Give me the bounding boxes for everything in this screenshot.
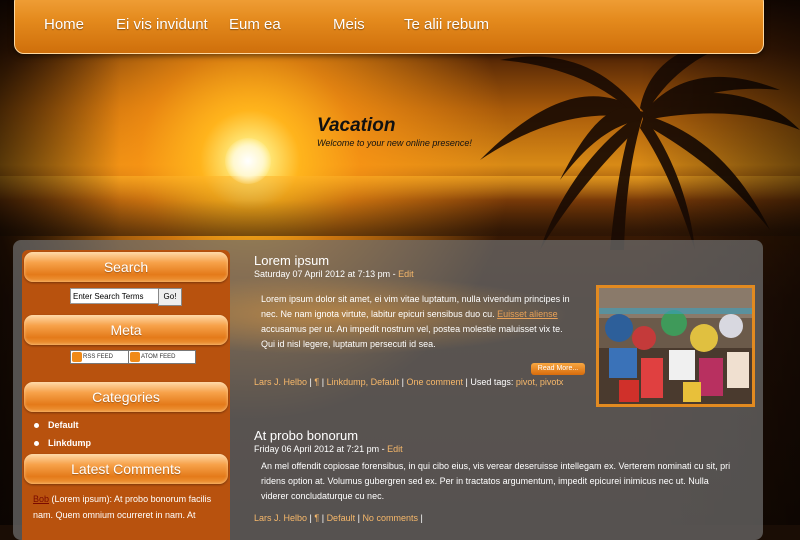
bullet-icon bbox=[34, 423, 39, 429]
categories-heading: Categories bbox=[24, 382, 228, 412]
latest-comment: Bob (Lorem ipsum): At probo bonorum faci… bbox=[33, 491, 225, 523]
post-body: Lorem ipsum dolor sit amet, ei vim vitae… bbox=[261, 292, 570, 352]
post-body-line: Qui id nisl legere, luptatum persecuti i… bbox=[261, 339, 436, 349]
post-date: Friday 06 April 2012 at 7:21 pm bbox=[254, 444, 380, 454]
category-item[interactable]: Linkdump bbox=[34, 438, 91, 448]
post-comments-link[interactable]: No comments bbox=[362, 513, 418, 523]
post-body: An mel offendit copiosae forensibus, in … bbox=[261, 459, 730, 504]
post-tags-link[interactable]: pivot, pivotx bbox=[516, 377, 564, 387]
post-author-link[interactable]: Lars J. Helbo bbox=[254, 513, 307, 523]
post-permalink[interactable]: ¶ bbox=[314, 377, 319, 387]
sun bbox=[225, 138, 271, 184]
post-author-link[interactable]: Lars J. Helbo bbox=[254, 377, 307, 387]
post-permalink[interactable]: ¶ bbox=[314, 513, 319, 523]
rss-icon bbox=[72, 352, 82, 362]
atom-feed-button[interactable]: ATOM FEED bbox=[128, 350, 196, 364]
post-tags-label: Used tags: bbox=[470, 377, 514, 387]
post-title[interactable]: Lorem ipsum bbox=[254, 253, 329, 268]
comment-author-link[interactable]: Bob bbox=[33, 494, 49, 504]
latest-comments-heading: Latest Comments bbox=[24, 454, 228, 484]
post-body-line: ridens option at. Volumus gubergren sed … bbox=[261, 476, 709, 486]
post-meta: Friday 06 April 2012 at 7:21 pm - Edit bbox=[254, 444, 403, 454]
post-body-line: nec. Ne nam ignota virtute, labitur epic… bbox=[261, 309, 558, 319]
post-body-line: An mel offendit copiosae forensibus, in … bbox=[261, 461, 731, 471]
nav-item-meis[interactable]: Meis bbox=[333, 16, 365, 33]
search-go-button[interactable]: Go! bbox=[158, 288, 182, 306]
post-edit-link[interactable]: Edit bbox=[398, 269, 414, 279]
category-item[interactable]: Default bbox=[34, 420, 79, 430]
site-tagline: Welcome to your new online presence! bbox=[317, 138, 472, 148]
festival-crowd-image bbox=[599, 288, 752, 404]
nav-item-ei-vis-invidunt[interactable]: Ei vis invidunt bbox=[116, 16, 208, 33]
post-body-line: accusamus per ut. An impedit nostrum vel… bbox=[261, 324, 563, 334]
nav-item-eum-ea[interactable]: Eum ea bbox=[229, 16, 281, 33]
post-body-line: Lorem ipsum dolor sit amet, ei vim vitae… bbox=[261, 294, 570, 304]
meta-heading: Meta bbox=[24, 315, 228, 345]
post-comments-link[interactable]: One comment bbox=[406, 377, 463, 387]
category-label: Linkdump bbox=[48, 438, 91, 448]
post-thumbnail-image[interactable] bbox=[596, 285, 755, 407]
search-heading: Search bbox=[24, 252, 228, 282]
atom-feed-label: ATOM FEED bbox=[141, 354, 176, 360]
read-more-button[interactable]: Read More... bbox=[531, 363, 585, 375]
post-meta: Saturday 07 April 2012 at 7:13 pm - Edit bbox=[254, 269, 414, 279]
post-date: Saturday 07 April 2012 at 7:13 pm bbox=[254, 269, 391, 279]
nav-item-te-alii-rebum[interactable]: Te alii rebum bbox=[404, 16, 489, 33]
post-categories-link[interactable]: Linkdump, Default bbox=[327, 377, 400, 387]
post-footer: Lars J. Helbo | ¶ | Default | No comment… bbox=[254, 513, 423, 523]
post-footer: Lars J. Helbo | ¶ | Linkdump, Default | … bbox=[254, 377, 564, 387]
rss-feed-label: RSS FEED bbox=[83, 354, 114, 360]
search-input[interactable] bbox=[70, 288, 160, 304]
post-inline-link[interactable]: Euisset aliense bbox=[497, 309, 558, 319]
main-navigation: Home Ei vis invidunt Eum ea Meis Te alii… bbox=[14, 0, 764, 54]
post-edit-link[interactable]: Edit bbox=[387, 444, 403, 454]
comment-excerpt: (Lorem ipsum): At probo bonorum facilis … bbox=[33, 494, 212, 520]
atom-icon bbox=[130, 352, 140, 362]
nav-item-home[interactable]: Home bbox=[44, 16, 84, 33]
bullet-icon bbox=[34, 441, 39, 447]
category-label: Default bbox=[48, 420, 79, 430]
post-categories-link[interactable]: Default bbox=[327, 513, 356, 523]
post-body-line: viderer concludaturque cu nec. bbox=[261, 491, 385, 501]
site-title[interactable]: Vacation bbox=[317, 115, 396, 137]
post-title[interactable]: At probo bonorum bbox=[254, 428, 358, 443]
